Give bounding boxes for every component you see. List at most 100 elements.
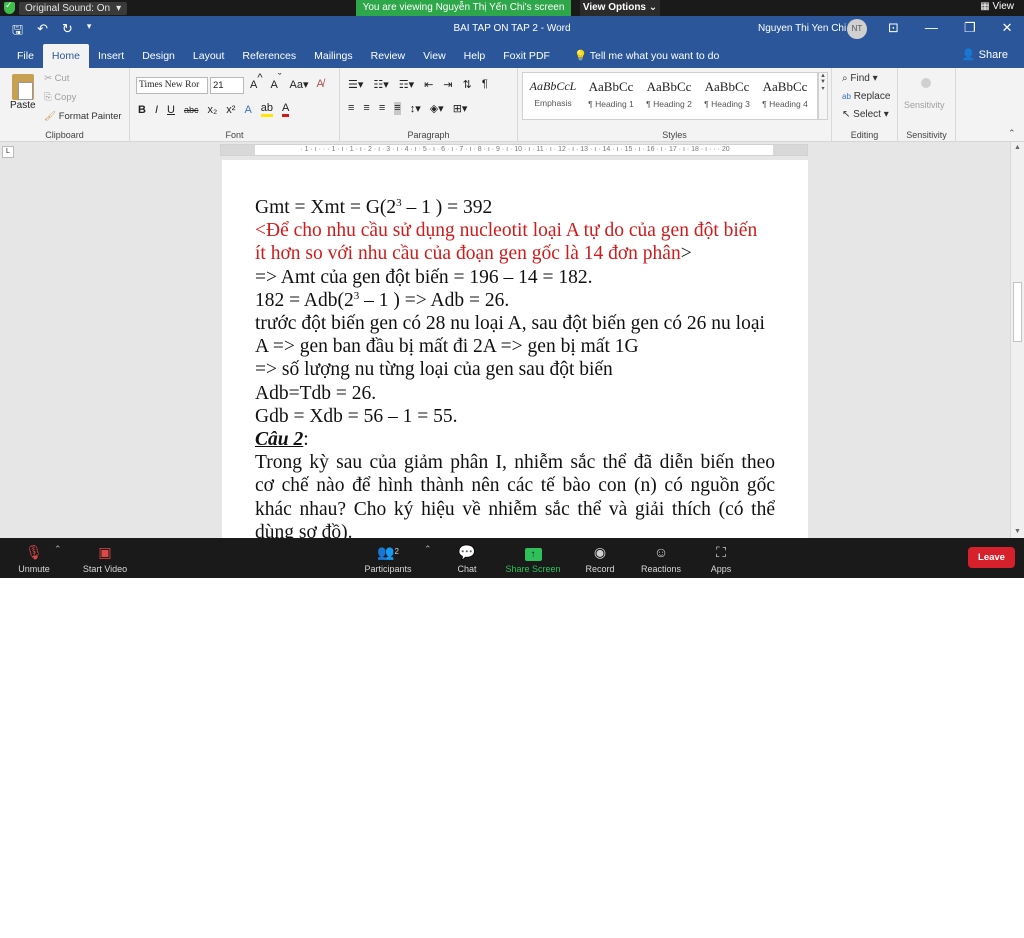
select-button[interactable]: ↖ Select ▾ <box>842 109 889 120</box>
sort-icon[interactable]: ⇅ <box>463 78 472 91</box>
style-heading-4[interactable]: AaBbCc ¶ Heading 4 <box>757 79 813 109</box>
shading-icon[interactable]: ◈▾ <box>430 102 444 115</box>
start-video-button[interactable]: ▣ Start Video <box>78 542 132 574</box>
view-menu-button[interactable]: ▦ View <box>980 1 1014 12</box>
tab-references[interactable]: References <box>233 44 305 68</box>
reactions-button[interactable]: ☺ Reactions <box>638 542 684 574</box>
text-effects-icon[interactable]: A <box>244 104 251 116</box>
align-center-icon[interactable]: ≡ <box>363 102 369 115</box>
replace-button[interactable]: ab Replace <box>842 91 890 102</box>
pilcrow-icon[interactable]: ¶ <box>482 78 488 91</box>
zoom-top-bar: Original Sound: On ▾ You are viewing Ngu… <box>0 0 1024 16</box>
numbering-icon[interactable]: ☷▾ <box>373 78 388 91</box>
avatar[interactable]: NT <box>847 19 867 39</box>
scroll-up-icon[interactable]: ▲ <box>1014 144 1021 151</box>
strikethrough-icon[interactable]: abc <box>184 105 199 115</box>
justify-icon[interactable]: ≡ <box>394 102 401 115</box>
doc-line: dùng sơ đồ). <box>255 521 353 538</box>
clipboard-group: Paste ✂ Cut ⎘ Copy 🖌 Format Painter Clip… <box>0 68 130 142</box>
sensitivity-group: Sensitivity Sensitivity <box>898 68 956 142</box>
style-heading-2[interactable]: AaBbCc ¶ Heading 2 <box>641 79 697 109</box>
view-options-button[interactable]: View Options ⌄ <box>580 0 660 16</box>
doc-line: 182 = Adb(23 – 1 ) => Adb = 26. <box>255 289 510 311</box>
sensitivity-button[interactable]: Sensitivity <box>904 100 945 110</box>
line-spacing-icon[interactable]: ↕▾ <box>410 102 421 115</box>
paste-button[interactable]: Paste <box>10 100 36 111</box>
apps-button[interactable]: ⛶ Apps <box>704 542 738 574</box>
style-heading-1[interactable]: AaBbCc ¶ Heading 1 <box>583 79 639 109</box>
record-button[interactable]: ◉ Record <box>580 542 620 574</box>
highlight-icon[interactable]: ab <box>260 102 274 117</box>
align-left-icon[interactable]: ≡ <box>348 102 354 115</box>
ribbon: Paste ✂ Cut ⎘ Copy 🖌 Format Painter Clip… <box>0 68 1024 142</box>
scroll-down-icon[interactable]: ▼ <box>1014 528 1021 535</box>
apps-icon: ⛶ <box>716 544 726 560</box>
original-sound-control[interactable]: Original Sound: On ▾ <box>4 0 128 15</box>
tab-mailings[interactable]: Mailings <box>305 44 362 68</box>
tab-home[interactable]: Home <box>42 44 89 68</box>
font-size-box[interactable]: 21 <box>210 77 244 94</box>
document-body[interactable]: Gmt = Xmt = G(23 – 1 ) = 392 <Để cho nhu… <box>255 196 775 538</box>
horizontal-ruler[interactable]: · 1 · ı · · · 1 · ı · 1 · ı · 2 · ı · 3 … <box>220 144 808 156</box>
copy-button[interactable]: ⎘ Copy <box>44 92 76 103</box>
doc-line: cơ chế nào để hình thành nên các tế bào … <box>255 475 775 497</box>
format-painter-button[interactable]: 🖌 Format Painter <box>44 111 122 122</box>
shrink-font-icon[interactable]: Aˇ <box>271 73 282 92</box>
tab-review[interactable]: Review <box>362 44 414 68</box>
share-screen-button[interactable]: ↑ Share Screen <box>504 542 562 574</box>
scrollbar-thumb[interactable] <box>1013 282 1022 342</box>
leave-button[interactable]: Leave <box>968 547 1015 568</box>
participants-button[interactable]: 👥2 Participants <box>360 542 416 574</box>
viewing-banner: You are viewing Nguyễn Thị Yến Chi's scr… <box>356 0 571 16</box>
styles-more-icon[interactable]: ▲ ▼ ▾ <box>818 72 828 120</box>
paste-icon[interactable] <box>12 74 34 100</box>
increase-indent-icon[interactable]: ⇥ <box>443 78 452 91</box>
subscript-icon[interactable]: x₂ <box>207 104 217 116</box>
cursor-icon: ↖ <box>842 109 851 120</box>
decrease-indent-icon[interactable]: ⇤ <box>424 78 433 91</box>
style-emphasis[interactable]: AaBbCcL Emphasis <box>525 79 581 108</box>
minimize-icon[interactable]: — <box>925 20 938 36</box>
tab-design[interactable]: Design <box>133 44 184 68</box>
ribbon-tabs: File Home Insert Design Layout Reference… <box>0 42 1024 68</box>
multilevel-list-icon[interactable]: ☶▾ <box>399 78 414 91</box>
superscript-icon[interactable]: x² <box>226 104 235 116</box>
collapse-ribbon-icon[interactable]: ⌃ <box>1008 128 1016 139</box>
tab-foxit-pdf[interactable]: Foxit PDF <box>494 44 559 68</box>
bold-icon[interactable]: B <box>138 104 146 116</box>
font-color-icon[interactable]: A <box>282 102 290 117</box>
italic-icon[interactable]: I <box>155 104 158 116</box>
paragraph-label: Paragraph <box>407 130 450 140</box>
font-name-box[interactable]: Times New Ror <box>136 77 208 94</box>
close-icon[interactable]: ✕ <box>1002 20 1013 36</box>
participants-options-icon[interactable]: ⌃ <box>424 544 432 555</box>
align-right-icon[interactable]: ≡ <box>379 102 385 115</box>
tab-help[interactable]: Help <box>455 44 495 68</box>
borders-icon[interactable]: ⊞▾ <box>453 102 468 115</box>
audio-options-icon[interactable]: ⌃ <box>54 544 62 555</box>
underline-icon[interactable]: U <box>167 104 175 116</box>
tab-file[interactable]: File <box>8 44 43 68</box>
style-heading-3[interactable]: AaBbCc ¶ Heading 3 <box>699 79 755 109</box>
tell-me-search[interactable]: 💡 Tell me what you want to do <box>565 44 728 68</box>
cut-button[interactable]: ✂ Cut <box>44 73 69 84</box>
unmute-button[interactable]: 🎙 Unmute <box>14 542 54 574</box>
tab-view[interactable]: View <box>414 44 455 68</box>
chat-button[interactable]: 💬 Chat <box>448 542 486 574</box>
user-name[interactable]: Nguyen Thi Yen Chi <box>758 23 846 34</box>
clipboard-label: Clipboard <box>45 130 84 140</box>
find-button[interactable]: ⌕ Find ▾ <box>842 73 878 84</box>
tab-layout[interactable]: Layout <box>184 44 234 68</box>
tab-insert[interactable]: Insert <box>89 44 133 68</box>
change-case-icon[interactable]: Aa▾ <box>290 78 309 91</box>
tab-selector[interactable]: L <box>2 146 14 158</box>
grow-font-icon[interactable]: A^ <box>250 73 263 92</box>
clear-formatting-icon[interactable]: A̸ <box>317 78 324 91</box>
vertical-scrollbar[interactable]: ▲ ▼ <box>1010 142 1024 538</box>
word-title-bar: 🖫 ↶ ↻ ▾ BAI TAP ON TAP 2 - Word Nguyen T… <box>0 16 1024 42</box>
share-button[interactable]: 👤 Share <box>962 48 1008 61</box>
ribbon-display-icon[interactable]: ⊡ <box>888 20 899 36</box>
document-page[interactable]: Gmt = Xmt = G(23 – 1 ) = 392 <Để cho nhu… <box>222 160 808 538</box>
restore-icon[interactable]: ❐ <box>964 20 976 36</box>
bullets-icon[interactable]: ☰▾ <box>348 78 363 91</box>
